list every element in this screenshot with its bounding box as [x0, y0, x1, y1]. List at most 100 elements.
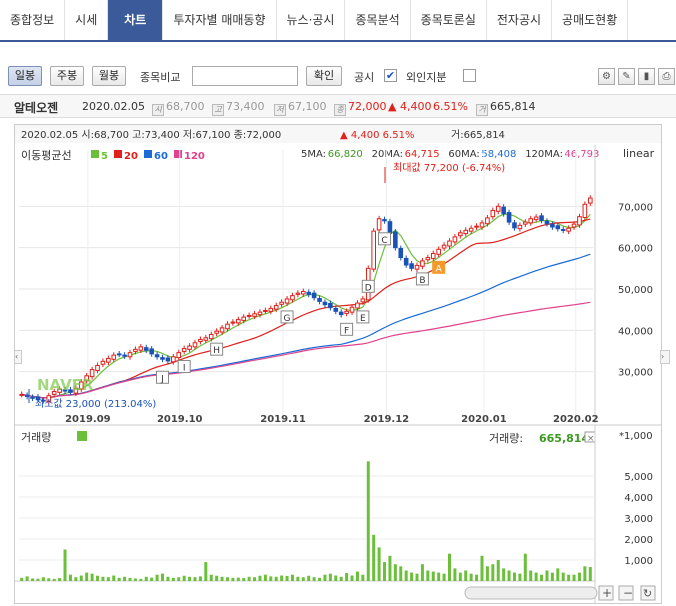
candle [463, 229, 469, 235]
candle [230, 321, 236, 324]
volume-bar [383, 562, 387, 581]
tab-3[interactable]: 투자자별 매매동향 [163, 0, 277, 40]
volume-bar [177, 577, 181, 581]
candle [273, 305, 279, 310]
monthly-button[interactable]: 월봉 [92, 66, 126, 86]
candle [479, 222, 485, 228]
volume: 거 665,814 [476, 100, 536, 116]
cursor-icon[interactable]: ▮ [638, 68, 655, 85]
ma-legend-swatch [144, 150, 152, 158]
candle [143, 347, 149, 351]
compare-input[interactable] [192, 66, 298, 86]
volume-bar [128, 577, 132, 581]
candle [122, 354, 127, 357]
volume-bar [47, 578, 51, 581]
candle [376, 218, 382, 231]
candle [485, 217, 490, 225]
settings-icon[interactable]: ⚙ [598, 68, 615, 85]
volume-bar [280, 575, 284, 581]
ma-lines [21, 213, 591, 399]
volume-bar [404, 570, 408, 581]
volume-bar [79, 575, 83, 581]
volume-bar [355, 571, 359, 581]
high-price: 고 73,400 [212, 100, 265, 116]
ma-legend-item: 20 [124, 151, 138, 162]
tab-1[interactable]: 시세 [65, 0, 109, 40]
candle [452, 236, 458, 243]
scrollbar[interactable] [464, 586, 598, 600]
date-tick: 2019.11 [260, 414, 306, 425]
price-tick: 60,000 [618, 244, 653, 255]
volume-tick: 5,000 [624, 472, 653, 483]
candle [181, 348, 187, 352]
volume-close-glyph: × [587, 434, 595, 444]
price-grid [19, 150, 593, 423]
candle [203, 337, 209, 341]
foreign-share-checkbox[interactable] [463, 69, 476, 82]
chart-header-volume: 거:665,814 [451, 129, 505, 141]
volume-icon: 거 [476, 104, 488, 116]
stock-name: 알테오젠 [14, 101, 59, 115]
confirm-button[interactable]: 확인 [306, 66, 342, 86]
ma-value-label: 20MA: [372, 149, 403, 160]
volume-tick: 2,000 [624, 535, 653, 546]
price-chart[interactable]: 2020.02.05 시:68,700 고:73,400 저:67,100 종:… [15, 125, 661, 603]
volume-bar [518, 573, 522, 581]
tab-5[interactable]: 종목분석 [345, 0, 411, 40]
candle [24, 394, 30, 397]
scroll-left-handle[interactable]: ‹ [14, 350, 22, 364]
date-axis: 2019.09 2019.10 2019.11 2019.12 2020.01 2020.… [65, 414, 598, 425]
tab-7[interactable]: 전자공시 [487, 0, 553, 40]
marker-label: H [213, 346, 220, 356]
candle [317, 298, 322, 302]
foreign-share-label: 외인지분 [406, 71, 447, 84]
volume-bar [556, 568, 560, 581]
candle [208, 333, 214, 340]
volume-bar [464, 570, 468, 581]
candle [187, 345, 192, 350]
volume-bar [166, 576, 170, 581]
candle [295, 292, 301, 295]
ma-legend-label: 이동평균선 [21, 149, 72, 162]
weekly-button[interactable]: 주봉 [50, 66, 84, 86]
volume-bar [215, 575, 219, 581]
candle [176, 352, 182, 359]
tab-2[interactable]: 차트 [108, 0, 164, 40]
volume-bar [312, 577, 316, 581]
chart-container[interactable]: 2020.02.05 시:68,700 고:73,400 저:67,100 종:… [14, 124, 662, 604]
tab-6[interactable]: 종목토론실 [411, 0, 487, 40]
volume-bar [171, 577, 175, 581]
volume-bar [372, 534, 376, 581]
print-icon[interactable]: ⎙ [658, 68, 675, 85]
candle [306, 291, 312, 295]
candle [154, 354, 160, 358]
volume-bar [188, 576, 192, 581]
volume-legend-swatch [77, 431, 87, 441]
volume-bar [410, 572, 414, 581]
daily-button[interactable]: 일봉 [8, 66, 42, 86]
marker-label: A [436, 264, 443, 274]
volume-bar [90, 573, 94, 581]
volume-bar [339, 576, 343, 581]
low-price: 저 67,100 [274, 100, 327, 116]
candle [263, 309, 268, 312]
candle [214, 330, 219, 334]
candle [382, 219, 387, 222]
volume-bar [540, 574, 544, 581]
pen-icon[interactable]: ✎ [618, 68, 635, 85]
scale-label[interactable]: linear [623, 147, 655, 160]
volume-bar [583, 566, 587, 581]
scroll-right-handle[interactable]: › [660, 350, 670, 364]
volume-bar [290, 574, 294, 581]
volume-bar [431, 571, 435, 581]
volume-bar [567, 574, 571, 581]
disclosure-checkbox[interactable]: ✔ [384, 69, 397, 82]
volume-bar [155, 574, 159, 581]
volume-bar [182, 575, 186, 581]
tab-4[interactable]: 뉴스·공시 [277, 0, 346, 40]
tab-0[interactable]: 종합정보 [0, 0, 66, 40]
candle [19, 393, 25, 396]
ma-value: 64,715 [405, 149, 440, 160]
tab-8[interactable]: 공매도현황 [552, 0, 629, 40]
volume-bar [150, 577, 154, 581]
